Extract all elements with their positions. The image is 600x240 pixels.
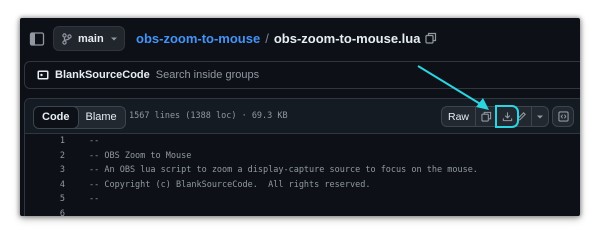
screenshot-frame: main obs-zoom-to-mouse / obs-zoom-to-mou… (20, 18, 580, 216)
breadcrumb-repo-link[interactable]: obs-zoom-to-mouse (136, 31, 260, 46)
line-number[interactable]: 4 (25, 180, 65, 190)
code-line: 3 -- An OBS lua script to zoom a display… (25, 163, 580, 178)
view-mode-toggle: Code Blame (33, 106, 126, 129)
file-viewer: Code Blame 1567 lines (1388 loc) · 69.3 … (24, 98, 580, 216)
line-number[interactable]: 1 (25, 136, 65, 146)
triangle-down-icon (537, 115, 543, 118)
copy-icon (480, 111, 491, 122)
commit-author-link[interactable]: BlankSourceCode (55, 69, 150, 81)
raw-button[interactable]: Raw (441, 106, 477, 127)
tab-blame[interactable]: Blame (78, 107, 125, 128)
symbols-panel-button[interactable] (552, 106, 574, 127)
triangle-down-icon (110, 36, 118, 42)
copy-path-icon[interactable] (425, 32, 437, 44)
breadcrumb: obs-zoom-to-mouse / obs-zoom-to-mouse.lu… (136, 28, 437, 48)
git-branch-icon (62, 32, 72, 45)
branch-name: main (78, 32, 104, 45)
copy-raw-button[interactable] (475, 106, 498, 127)
line-content: -- Copyright (c) BlankSourceCode. All ri… (89, 179, 371, 190)
download-raw-file-button[interactable] (495, 105, 520, 128)
line-content: -- (89, 136, 100, 147)
breadcrumb-separator: / (265, 30, 269, 46)
line-content: -- (89, 194, 100, 205)
line-number[interactable]: 2 (25, 151, 65, 161)
line-number[interactable]: 6 (25, 209, 65, 216)
line-number[interactable]: 3 (25, 165, 65, 175)
author-avatar[interactable] (37, 69, 49, 81)
code-line: 2 -- OBS Zoom to Mouse (25, 149, 580, 164)
line-number[interactable]: 5 (25, 194, 65, 204)
line-content: -- OBS Zoom to Mouse (89, 150, 192, 161)
branch-selector-button[interactable]: main (53, 26, 125, 51)
tab-code[interactable]: Code (33, 107, 79, 128)
breadcrumb-file-name: obs-zoom-to-mouse.lua (273, 30, 421, 46)
code-square-icon (557, 111, 569, 122)
commit-message-link[interactable]: Search inside groups (156, 69, 259, 81)
code-line: 1 -- (25, 134, 580, 149)
download-icon (502, 112, 512, 122)
code-line: 4 -- Copyright (c) BlankSourceCode. All … (25, 178, 580, 193)
edit-options-button[interactable] (531, 106, 549, 127)
file-header: Code Blame 1567 lines (1388 loc) · 69.3 … (25, 99, 580, 134)
file-info: 1567 lines (1388 loc) · 69.3 KB (129, 111, 288, 121)
code-view: 1 -- 2 -- OBS Zoom to Mouse 3 -- An OBS … (25, 134, 580, 216)
code-line: 5 -- (25, 192, 580, 207)
line-content: -- An OBS lua script to zoom a display-c… (89, 165, 478, 176)
latest-commit-bar: BlankSourceCode Search inside groups (24, 61, 580, 89)
raw-button-group: Raw (441, 105, 520, 128)
sidebar-toggle-icon[interactable] (29, 31, 45, 47)
code-line: 6 (25, 207, 580, 216)
